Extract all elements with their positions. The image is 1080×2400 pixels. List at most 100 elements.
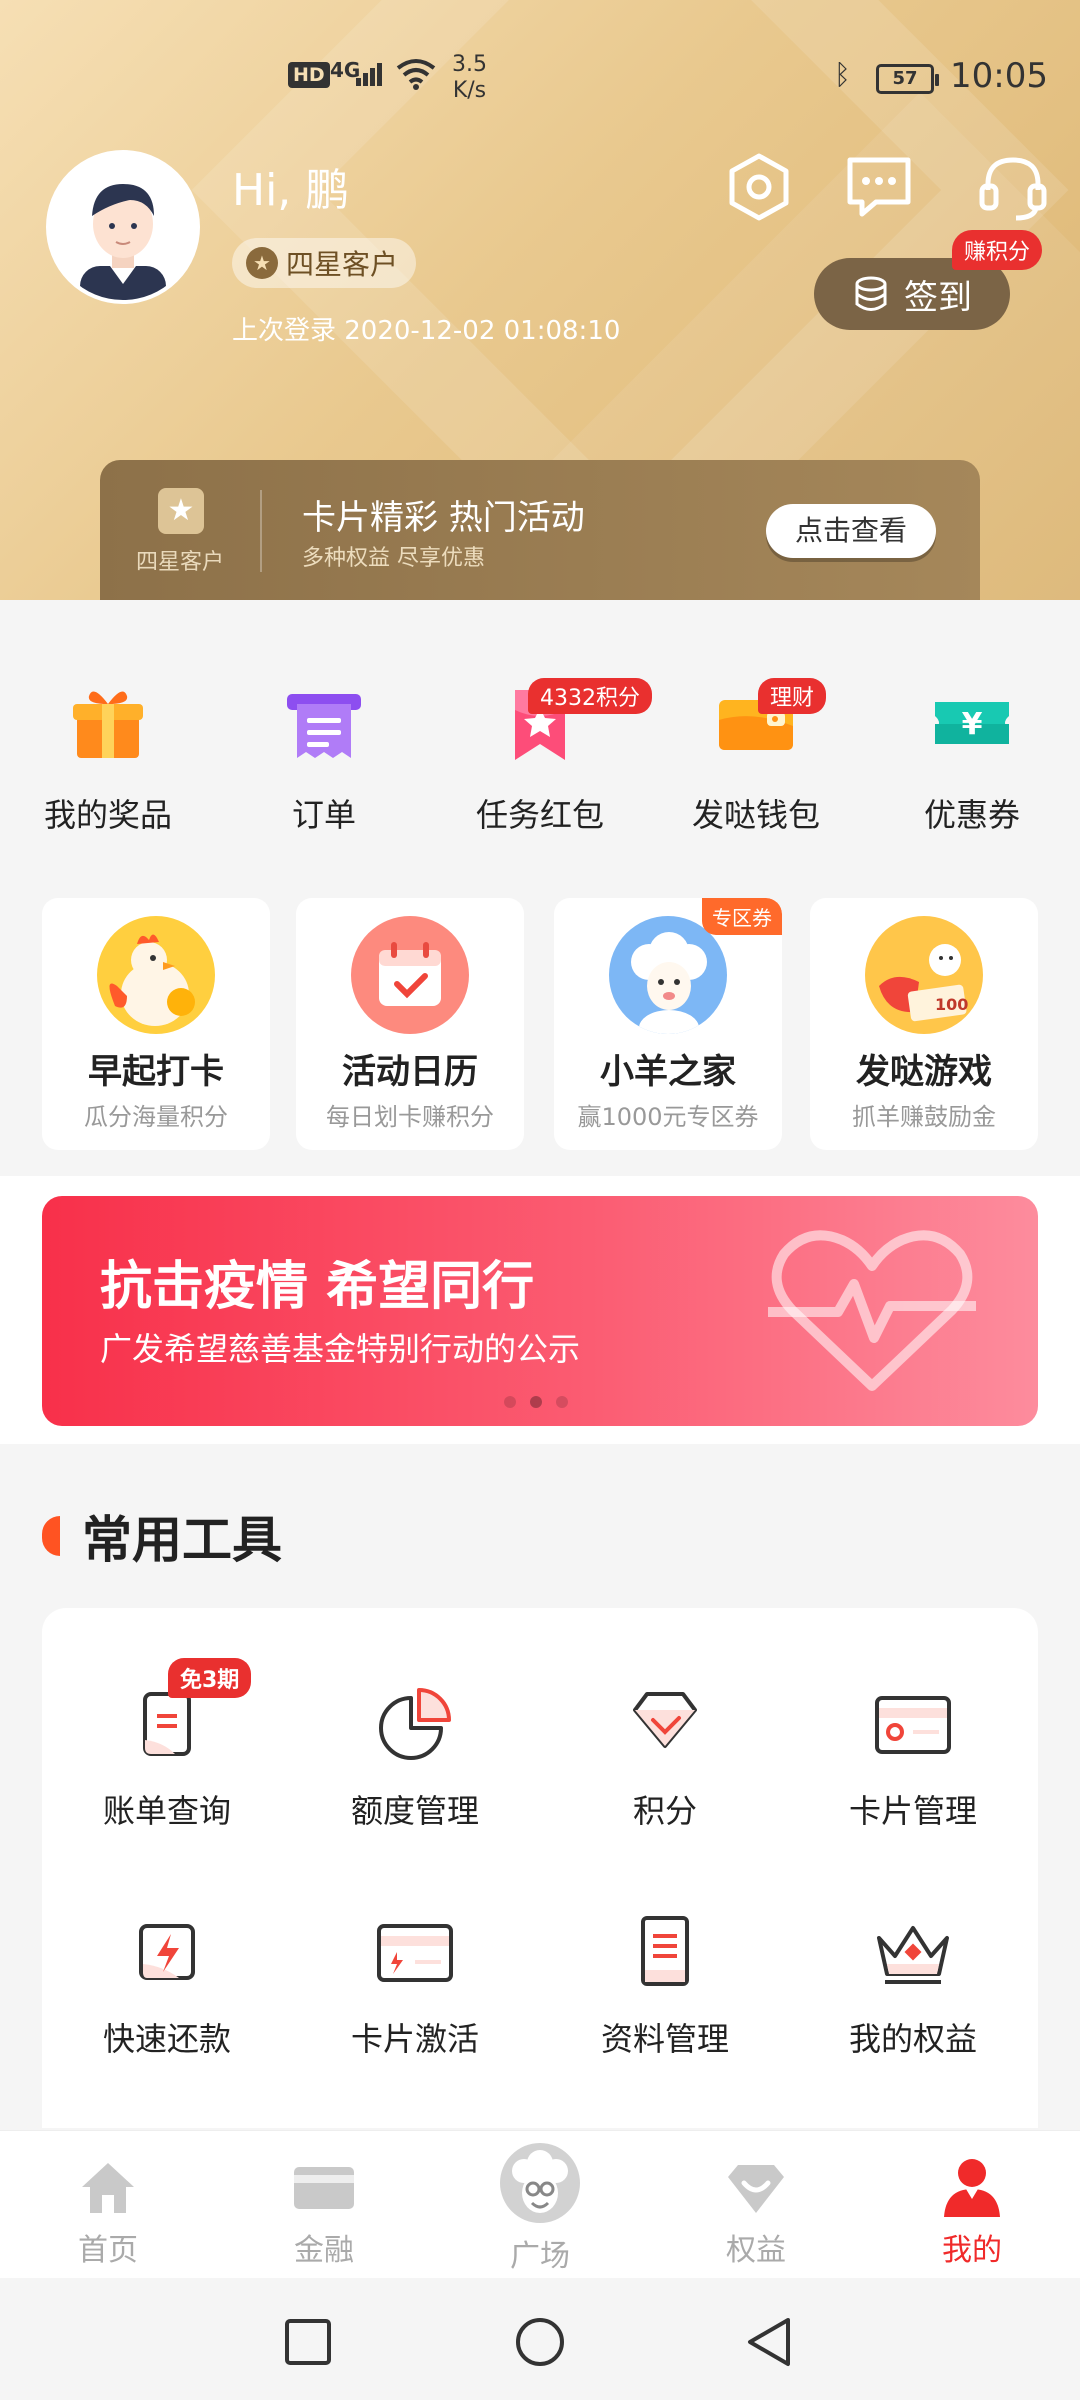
tab-square[interactable]: 广场 xyxy=(460,2141,620,2275)
tab-label: 广场 xyxy=(510,2239,570,2274)
banner-title: 抗击疫情 希望同行 xyxy=(100,1257,535,1317)
tab-mine[interactable]: 我的 xyxy=(892,2155,1052,2269)
tools-section-header: 常用工具 xyxy=(42,1500,282,1572)
receipt-icon xyxy=(287,694,361,758)
activity-card-early-checkin[interactable]: 早起打卡 瓜分海量积分 xyxy=(42,898,270,1150)
tool-limit-management[interactable]: 额度管理 xyxy=(290,1680,540,1832)
activity-desc: 赢1000元专区券 xyxy=(577,1103,759,1131)
tab-rights[interactable]: 权益 xyxy=(676,2155,836,2269)
promo-title: 卡片精彩 热门活动 xyxy=(302,498,585,538)
avatar[interactable] xyxy=(46,150,200,304)
carousel-dot xyxy=(556,1396,568,1408)
svg-text:¥: ¥ xyxy=(962,707,983,742)
mascot-icon xyxy=(500,2143,580,2223)
diamond-icon xyxy=(633,1692,697,1748)
home-button-icon[interactable] xyxy=(514,2316,566,2368)
card-icon xyxy=(294,2167,354,2209)
tool-label: 我的权益 xyxy=(848,2020,977,2058)
signal-icon xyxy=(356,60,388,86)
banner[interactable]: 抗击疫情 希望同行 广发希望慈善基金特别行动的公示 xyxy=(42,1196,1038,1426)
last-login: 上次登录 2020-12-02 01:08:10 xyxy=(232,316,621,346)
section-marker xyxy=(42,1516,60,1556)
activity-desc: 瓜分海量积分 xyxy=(84,1103,228,1131)
quick-item-label: 我的奖品 xyxy=(43,796,172,834)
customer-service-icon[interactable] xyxy=(976,150,1050,224)
promo-tier-label: 四星客户 xyxy=(136,550,225,575)
quick-item-label: 发哒钱包 xyxy=(691,796,820,834)
tool-points[interactable]: 积分 xyxy=(540,1680,790,1832)
svg-text:100: 100 xyxy=(935,995,968,1014)
message-icon[interactable] xyxy=(842,150,916,224)
view-button[interactable]: 点击查看 xyxy=(766,504,936,558)
quick-item-orders[interactable]: 订单 xyxy=(244,680,404,836)
activity-card-calendar[interactable]: 活动日历 每日划卡赚积分 xyxy=(296,898,524,1150)
network-speed: 3.5 K/s xyxy=(452,52,487,103)
quick-item-coupons[interactable]: ¥ 优惠券 xyxy=(892,680,1052,836)
card-settings-icon xyxy=(875,1696,951,1754)
bluetooth-icon: ᛒ xyxy=(834,58,851,91)
wifi-icon xyxy=(396,59,436,90)
tool-label: 资料管理 xyxy=(600,2020,729,2058)
carousel-dot-active xyxy=(530,1396,542,1408)
heart-pulse-icon xyxy=(768,1230,976,1391)
tool-label: 账单查询 xyxy=(102,1792,231,1830)
tools-grid: 账单查询 免3期 额度管理 积分 卡片管理 快速还款 卡片激活 资料管理 我的权… xyxy=(42,1608,1038,2128)
home-icon xyxy=(82,2163,134,2213)
tab-finance[interactable]: 金融 xyxy=(244,2155,404,2269)
activity-card-games[interactable]: 100 发哒游戏 抓羊赚鼓励金 xyxy=(810,898,1038,1150)
quick-item-label: 订单 xyxy=(291,796,356,834)
finance-badge: 理财 xyxy=(758,678,827,714)
section-title: 常用工具 xyxy=(82,1511,282,1569)
tab-home[interactable]: 首页 xyxy=(28,2155,188,2269)
settings-icon[interactable] xyxy=(722,150,796,224)
quick-item-prizes[interactable]: 我的奖品 xyxy=(28,680,188,836)
promo-subtitle: 多种权益 尽享优惠 xyxy=(302,546,485,571)
tool-profile-management[interactable]: 资料管理 xyxy=(540,1908,790,2060)
activity-desc: 抓羊赚鼓励金 xyxy=(852,1103,996,1131)
tab-label: 金融 xyxy=(294,2233,354,2268)
points-badge: 4332积分 xyxy=(528,678,652,714)
banner-section: 抗击疫情 希望同行 广发希望慈善基金特别行动的公示 xyxy=(0,1176,1080,1444)
tool-bill-query[interactable]: 账单查询 免3期 xyxy=(42,1658,292,1832)
quick-item-label: 任务红包 xyxy=(475,796,604,834)
user-avatar-icon xyxy=(80,184,166,300)
pie-chart-icon xyxy=(379,1688,451,1760)
divider xyxy=(260,490,262,572)
back-icon[interactable] xyxy=(744,2316,794,2368)
tool-label: 卡片激活 xyxy=(350,2020,479,2058)
hd-indicator: HD xyxy=(288,62,330,88)
clock: 10:05 xyxy=(950,56,1048,96)
promo-card[interactable]: ★ 四星客户 卡片精彩 热门活动 多种权益 尽享优惠 点击查看 xyxy=(100,460,980,600)
activity-card-sheep-home[interactable]: 小羊之家 赢1000元专区券 专区券 xyxy=(554,898,782,1150)
coupon-icon: ¥ xyxy=(935,702,1009,744)
checkin-label: 签到 xyxy=(904,277,972,318)
activity-name: 活动日历 xyxy=(342,1052,478,1092)
quick-item-task-red-packet[interactable]: 任务红包 4332积分 xyxy=(460,678,652,836)
banner-subtitle: 广发希望慈善基金特别行动的公示 xyxy=(100,1330,581,1368)
recent-apps-icon[interactable] xyxy=(284,2318,332,2366)
zone-coupon-tag: 专区券 xyxy=(702,898,782,935)
quick-item-wallet[interactable]: 发哒钱包 理财 xyxy=(676,678,836,836)
carousel-dot xyxy=(504,1396,516,1408)
card-activate-icon xyxy=(377,1924,453,1982)
tool-quick-repay[interactable]: 快速还款 xyxy=(42,1908,292,2060)
game-icon: 100 xyxy=(865,916,983,1034)
system-navigation-bar xyxy=(0,2278,1080,2400)
battery-icon: 57 xyxy=(876,64,939,94)
earn-points-tag: 赚积分 xyxy=(952,230,1043,270)
activity-name: 发哒游戏 xyxy=(856,1052,992,1092)
tool-my-rights[interactable]: 我的权益 xyxy=(788,1908,1038,2060)
tool-label: 快速还款 xyxy=(102,2020,231,2058)
rights-icon xyxy=(728,2165,784,2213)
quick-entries: 我的奖品 订单 任务红包 4332积分 发哒钱包 理财 ¥ 优惠券 xyxy=(0,640,1080,860)
status-bar: HD 4G 3.5 K/s ᛒ 57 10:05 xyxy=(0,52,1080,112)
bottom-tab-bar: 首页 金融 广场 权益 我的 xyxy=(0,2130,1080,2278)
carousel-indicator xyxy=(504,1396,568,1408)
activity-desc: 每日划卡赚积分 xyxy=(326,1103,494,1131)
tool-card-activation[interactable]: 卡片激活 xyxy=(290,1908,540,2060)
user-icon xyxy=(944,2159,1000,2217)
tier-badge[interactable]: ★ 四星客户 xyxy=(232,238,417,288)
installment-badge: 免3期 xyxy=(168,1658,252,1698)
tool-card-management[interactable]: 卡片管理 xyxy=(788,1680,1038,1832)
tier-label: 四星客户 xyxy=(286,248,399,281)
